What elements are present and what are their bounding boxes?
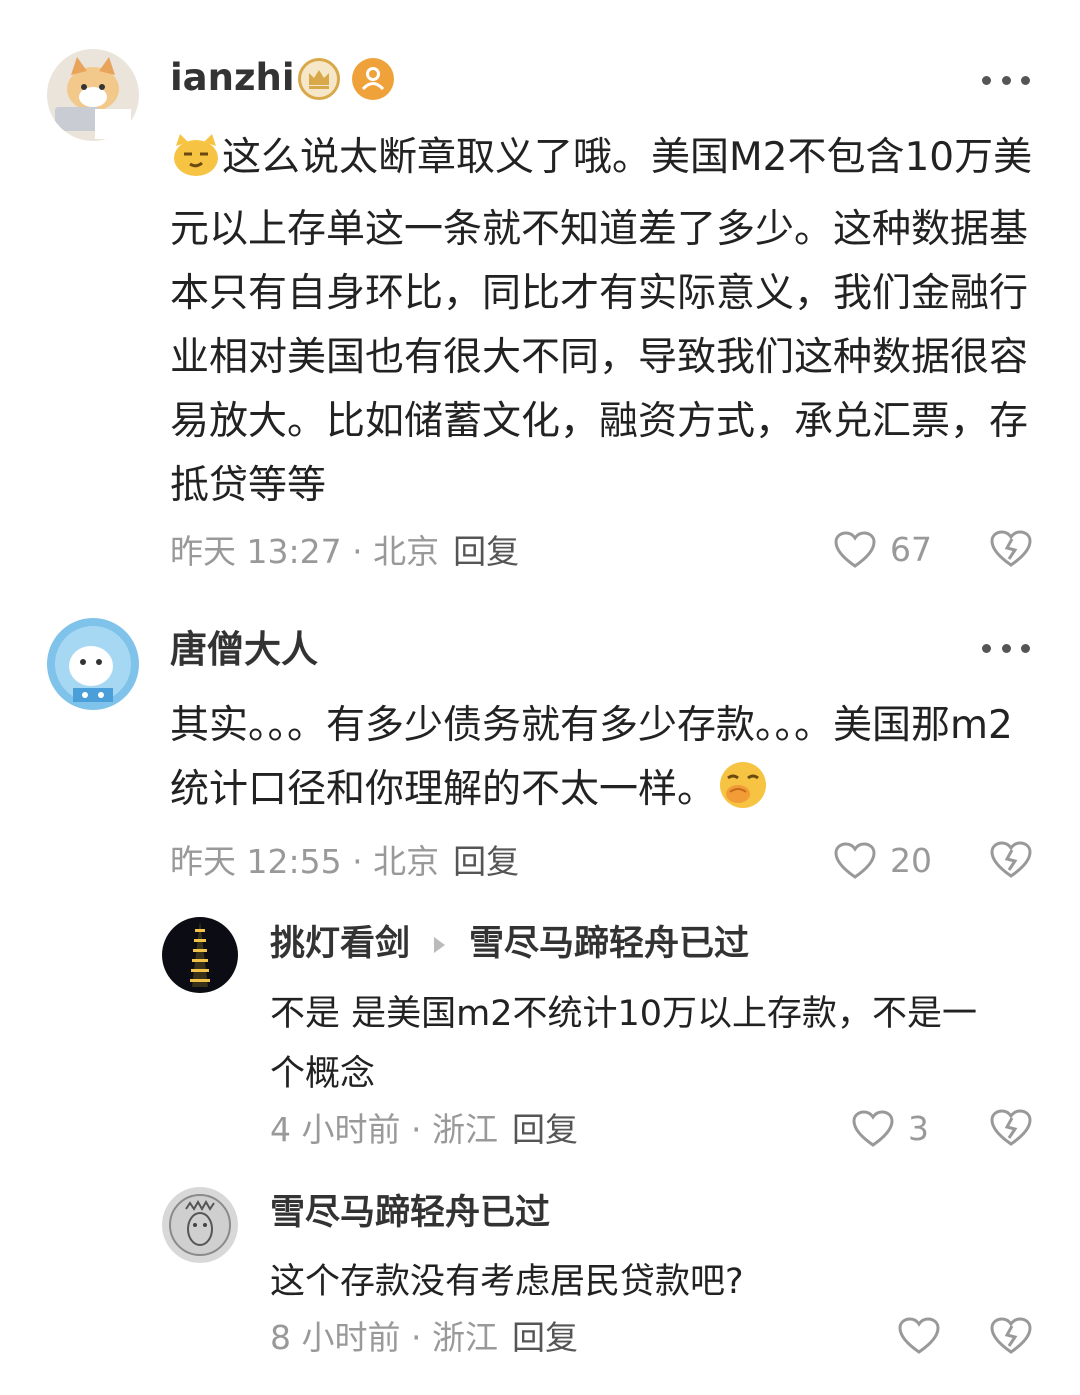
more-options-icon[interactable] (982, 638, 1030, 658)
avatar[interactable] (162, 917, 238, 993)
comment-list: ianzhi 这么说太断章取义了哦。美国M2不包含10万美元以上存单这一条就不知… (0, 0, 1080, 1395)
reply-text: 这个存款没有考虑居民贷款吧? (270, 1262, 744, 1302)
avatar[interactable] (47, 618, 139, 710)
avatar[interactable] (162, 1187, 238, 1263)
comment-meta: 昨天 12:55 · 北京 回复 (170, 842, 520, 881)
comment-body: 这么说太断章取义了哦。美国M2不包含10万美元以上存单这一条就不知道差了多少。这… (170, 135, 1033, 508)
reply-button[interactable]: 回复 (512, 1318, 578, 1357)
comment-text: 这么说太断章取义了哦。美国M2不包含10万美元以上存单这一条就不知道差了多少。这… (170, 126, 1040, 518)
comment-text: 其实。。。有多少债务就有多少存款。。。美国那m2统计口径和你理解的不太一样。 (170, 694, 1040, 830)
like-button[interactable]: 67 (834, 530, 932, 570)
comment-time: 昨天 12:55 (170, 842, 342, 881)
like-button[interactable]: 3 (852, 1109, 929, 1149)
comment-meta: 昨天 13:27 · 北京 回复 (170, 532, 520, 571)
reply-text: 不是 是美国m2不统计10万以上存款，不是一个概念 (270, 994, 978, 1094)
username[interactable]: 挑灯看剑 (270, 924, 410, 964)
dislike-button[interactable] (990, 841, 1032, 883)
comment-meta: 8 小时前 · 浙江 回复 (270, 1318, 578, 1357)
heart-outline-icon (834, 842, 876, 879)
crown-badge-icon (298, 58, 340, 100)
username[interactable]: 雪尽马蹄轻舟已过 (270, 1191, 550, 1235)
comment-location: 北京 (373, 842, 440, 881)
like-count: 67 (890, 530, 932, 569)
username[interactable]: ianzhi (170, 56, 295, 100)
broken-heart-icon (990, 841, 1032, 878)
like-count: 20 (890, 841, 932, 880)
heart-outline-icon (852, 1110, 894, 1147)
like-count: 3 (908, 1109, 929, 1148)
dislike-button[interactable] (990, 1109, 1032, 1151)
like-button[interactable] (898, 1317, 954, 1355)
broken-heart-icon (990, 530, 1032, 567)
dislike-button[interactable] (990, 530, 1032, 572)
comment-time: 8 小时前 (270, 1318, 401, 1357)
broken-heart-icon (990, 1317, 1032, 1354)
heart-outline-icon (898, 1317, 940, 1354)
comment-location: 浙江 (431, 1110, 498, 1149)
username[interactable]: 唐僧大人 (170, 628, 318, 672)
comment-location: 浙江 (431, 1318, 498, 1357)
reply-button[interactable]: 回复 (453, 842, 519, 881)
comment-time: 4 小时前 (270, 1110, 401, 1149)
like-button[interactable]: 20 (834, 841, 932, 881)
avatar[interactable] (47, 49, 139, 141)
broken-heart-icon (990, 1109, 1032, 1146)
comment-location: 北京 (373, 532, 440, 571)
cat-smirk-emoji-icon (170, 132, 222, 198)
comment-meta: 4 小时前 · 浙江 回复 (270, 1110, 578, 1149)
reply-button[interactable]: 回复 (512, 1110, 578, 1149)
reply-button[interactable]: 回复 (453, 532, 519, 571)
user-level-badge-icon (352, 58, 394, 100)
giggle-emoji-icon (716, 760, 770, 830)
reply-to-username[interactable]: 雪尽马蹄轻舟已过 (469, 924, 749, 964)
reply-to-arrow-icon (434, 937, 446, 953)
dislike-button[interactable] (990, 1317, 1032, 1359)
reply-header: 挑灯看剑 雪尽马蹄轻舟已过 (270, 922, 749, 966)
comment-time: 昨天 13:27 (170, 532, 342, 571)
comment-body: 其实。。。有多少债务就有多少存款。。。美国那m2统计口径和你理解的不太一样。 (170, 703, 1013, 812)
heart-outline-icon (834, 531, 876, 568)
more-options-icon[interactable] (982, 70, 1030, 90)
